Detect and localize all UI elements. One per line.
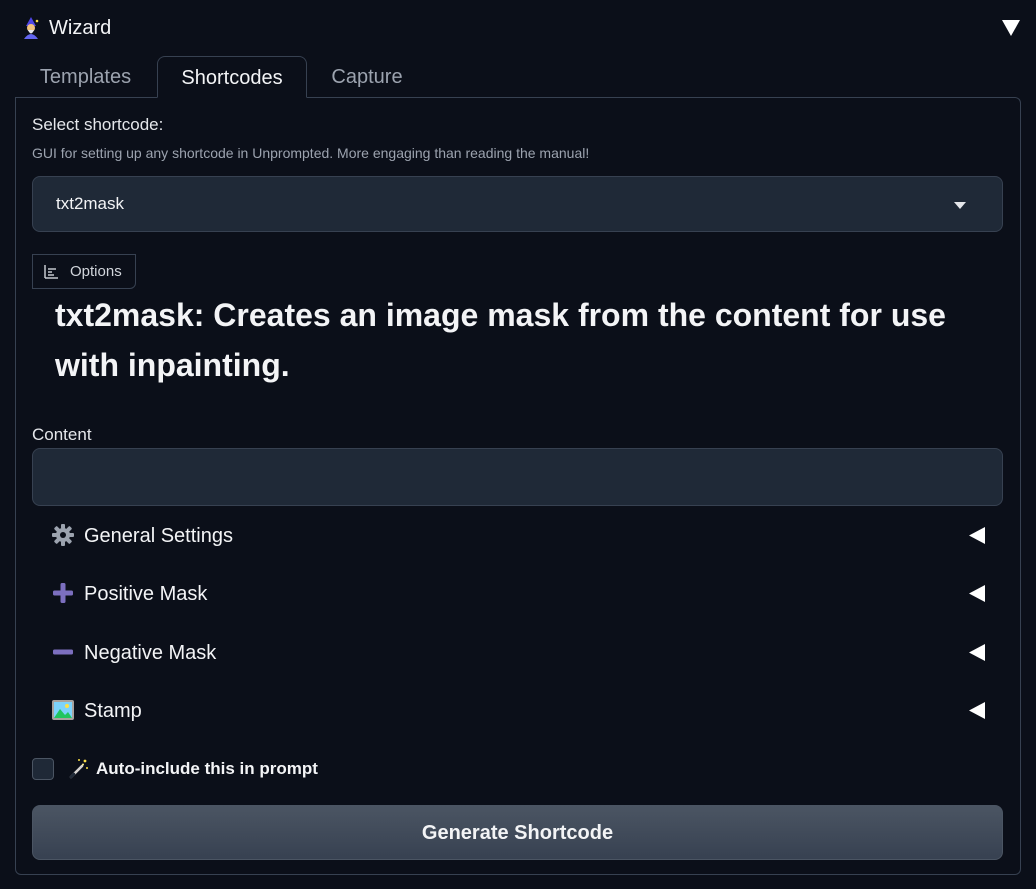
accordion-negative-mask[interactable]: Negative Mask bbox=[32, 629, 1003, 675]
picture-icon bbox=[52, 700, 74, 720]
auto-include-label[interactable]: Auto-include this in prompt bbox=[96, 758, 318, 779]
caret-down-icon bbox=[954, 202, 966, 209]
wizard-title: Wizard bbox=[49, 17, 112, 39]
triangle-left-icon bbox=[969, 644, 985, 661]
tab-templates[interactable]: Templates bbox=[22, 56, 149, 98]
accordion-positive-mask[interactable]: Positive Mask bbox=[32, 570, 1003, 616]
accordion-label: Positive Mask bbox=[84, 583, 208, 605]
minus-icon bbox=[53, 649, 73, 655]
tab-capture[interactable]: Capture bbox=[314, 56, 420, 98]
gear-icon bbox=[52, 524, 74, 546]
accordion-label: Stamp bbox=[84, 700, 142, 722]
shortcode-description: txt2mask: Creates an image mask from the… bbox=[55, 297, 946, 383]
accordion-label: Negative Mask bbox=[84, 642, 217, 664]
options-tag: Options bbox=[32, 254, 136, 289]
content-input[interactable] bbox=[32, 448, 1003, 506]
magic-wand-icon bbox=[69, 759, 88, 779]
tab-shortcodes[interactable]: Shortcodes bbox=[157, 56, 307, 98]
select-shortcode-info: GUI for setting up any shortcode in Unpr… bbox=[32, 145, 590, 161]
shortcode-dropdown-value: txt2mask bbox=[56, 194, 125, 213]
triangle-left-icon bbox=[969, 527, 985, 544]
select-shortcode-label: Select shortcode: bbox=[32, 115, 164, 134]
shortcode-dropdown[interactable]: txt2mask bbox=[32, 176, 1003, 232]
content-label: Content bbox=[32, 425, 92, 444]
triangle-left-icon bbox=[969, 585, 985, 602]
generate-shortcode-button[interactable]: Generate Shortcode bbox=[32, 805, 1003, 860]
options-label: Options bbox=[70, 263, 122, 280]
wizard-header[interactable]: Wizard bbox=[0, 0, 1036, 56]
triangle-down-icon[interactable] bbox=[1002, 20, 1020, 36]
auto-include-checkbox[interactable] bbox=[32, 758, 54, 780]
plus-icon bbox=[53, 583, 73, 603]
wizard-icon bbox=[24, 17, 39, 39]
chart-icon bbox=[44, 265, 58, 279]
accordion-general-settings[interactable]: General Settings bbox=[32, 512, 1003, 558]
accordion-stamp[interactable]: Stamp bbox=[32, 687, 1003, 733]
accordion-label: General Settings bbox=[84, 525, 233, 547]
triangle-left-icon bbox=[969, 702, 985, 719]
